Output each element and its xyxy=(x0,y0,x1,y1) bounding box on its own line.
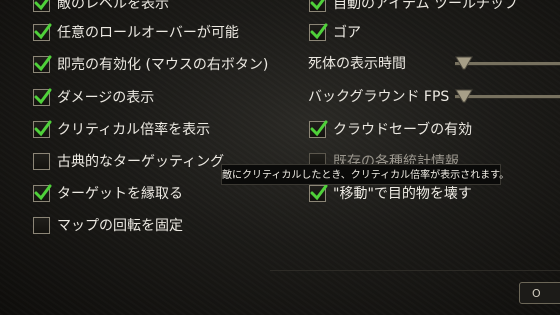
option-label: マップの回転を固定 xyxy=(57,218,183,234)
option-show-damage[interactable]: ダメージの表示 xyxy=(33,85,154,109)
checkmark-icon xyxy=(34,55,52,71)
option-label: クラウドセーブの有効 xyxy=(333,122,473,138)
checkmark-icon xyxy=(34,88,52,104)
option-label: クリティカル倍率を表示 xyxy=(57,122,211,138)
option-show-crit-multiplier[interactable]: クリティカル倍率を表示 xyxy=(33,117,210,141)
checkbox[interactable] xyxy=(33,184,52,202)
checkmark-icon xyxy=(34,23,52,39)
option-rollover[interactable]: 任意のロールオーバーが可能 xyxy=(33,20,239,44)
option-gore[interactable]: ゴア xyxy=(309,20,361,44)
checkbox[interactable] xyxy=(309,120,328,138)
option-label: ターゲットを縁取る xyxy=(57,186,183,202)
option-label: "移動"で目的物を壊す xyxy=(333,186,472,202)
option-label: 任意のロールオーバーが可能 xyxy=(57,25,239,41)
option-quick-sell[interactable]: 即売の有効化 (マウスの右ボタン) xyxy=(33,52,268,76)
checkmark-icon xyxy=(310,23,328,39)
checkmark-icon xyxy=(34,0,49,10)
checkbox[interactable] xyxy=(309,23,328,41)
option-label: 古典的なターゲッティング xyxy=(57,154,225,170)
tooltip: 敵にクリティカルしたとき、クリティカル倍率が表示されます。 xyxy=(221,164,509,185)
bottom-right-button[interactable]: O xyxy=(519,282,560,304)
divider xyxy=(270,270,560,271)
checkmark-icon xyxy=(34,184,52,200)
background-fps-slider[interactable] xyxy=(455,85,560,107)
checkbox[interactable] xyxy=(33,152,50,170)
checkbox[interactable] xyxy=(309,184,328,202)
corpse-time-label: 死体の表示時間 xyxy=(308,56,406,72)
option-show-enemy-level[interactable]: 敵のレベルを表示 xyxy=(33,0,169,15)
option-auto-item-tooltip[interactable]: 自動のアイテム ツールチップ xyxy=(309,0,518,15)
option-label: 即売の有効化 (マウスの右ボタン) xyxy=(57,57,269,73)
checkbox[interactable] xyxy=(33,216,50,234)
checkmark-icon xyxy=(34,120,52,136)
checkmark-icon xyxy=(310,0,325,10)
checkbox[interactable] xyxy=(33,23,52,41)
corpse-time-slider[interactable] xyxy=(455,52,560,74)
option-outline-target[interactable]: ターゲットを縁取る xyxy=(33,181,183,205)
option-label: 敵のレベルを表示 xyxy=(57,0,169,12)
background-fps-label: バックグラウンド FPS xyxy=(308,89,450,105)
checkbox[interactable] xyxy=(33,55,52,73)
checkbox[interactable] xyxy=(33,88,52,106)
checkmark-icon xyxy=(310,120,328,136)
option-label: ダメージの表示 xyxy=(57,90,155,106)
slider-handle-icon[interactable] xyxy=(455,89,473,103)
slider-handle-icon[interactable] xyxy=(455,56,473,70)
checkbox[interactable] xyxy=(33,0,50,12)
option-label: 自動のアイテム ツールチップ xyxy=(333,0,519,12)
option-label: ゴア xyxy=(333,25,361,41)
option-lock-map-rotation[interactable]: マップの回転を固定 xyxy=(33,213,183,237)
option-classic-targeting[interactable]: 古典的なターゲッティング xyxy=(33,149,224,173)
checkbox[interactable] xyxy=(33,120,52,138)
checkbox[interactable] xyxy=(309,0,326,12)
option-cloud-save[interactable]: クラウドセーブの有効 xyxy=(309,117,472,141)
